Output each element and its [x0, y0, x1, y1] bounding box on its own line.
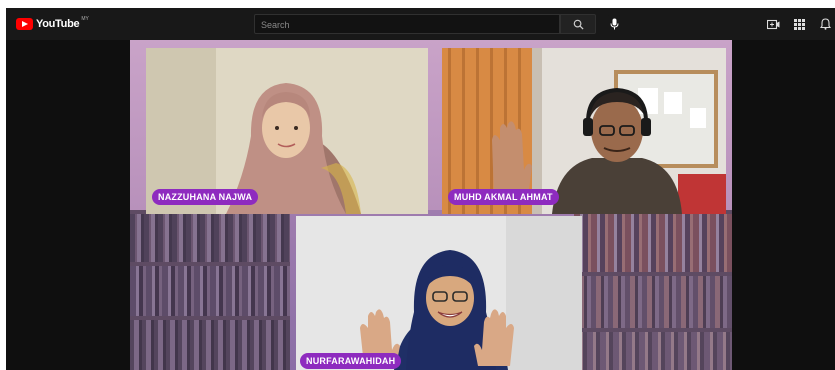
- top-bar: YouTube MY: [6, 8, 835, 40]
- create-video-icon: [766, 19, 779, 29]
- mic-icon: [610, 18, 618, 30]
- search-box: [254, 14, 560, 34]
- bookshelf-right: [574, 210, 732, 370]
- participant-name-tag-3: NURFARAWAHIDAH: [300, 353, 402, 369]
- search-icon: [573, 19, 584, 30]
- participant-name-tag-2: MUHD AKMAL AHMAT: [448, 189, 559, 205]
- participant-name-tag-1: NAZZUHANA NAJWA: [152, 189, 259, 205]
- apps-grid-icon: [793, 18, 805, 30]
- video-player[interactable]: NAZZUHANA NAJWA MUHD AKMAL AHMAT NURFARA…: [130, 40, 732, 370]
- search-input[interactable]: [255, 16, 557, 34]
- participant-tile-3: NURFARAWAHIDAH: [296, 216, 582, 370]
- youtube-app: YouTube MY Search NAZZUHANA NAJWA MUHD A…: [6, 8, 835, 370]
- participant-tile-2: MUHD AKMAL AHMAT: [442, 48, 726, 214]
- region-code: MY: [81, 16, 89, 22]
- bookshelf-left: [130, 210, 290, 370]
- bell-icon: [819, 18, 831, 30]
- participant-tile-1: NAZZUHANA NAJWA: [146, 48, 428, 214]
- apps-button[interactable]: [792, 17, 806, 31]
- search-button[interactable]: [560, 14, 596, 34]
- youtube-play-icon: [16, 18, 33, 30]
- participant-video-3: [296, 216, 582, 370]
- logo-text: YouTube: [36, 18, 80, 30]
- create-button[interactable]: [766, 17, 780, 31]
- youtube-logo[interactable]: YouTube MY: [16, 16, 89, 31]
- notifications-button[interactable]: [818, 17, 832, 31]
- voice-search-button[interactable]: [604, 14, 624, 34]
